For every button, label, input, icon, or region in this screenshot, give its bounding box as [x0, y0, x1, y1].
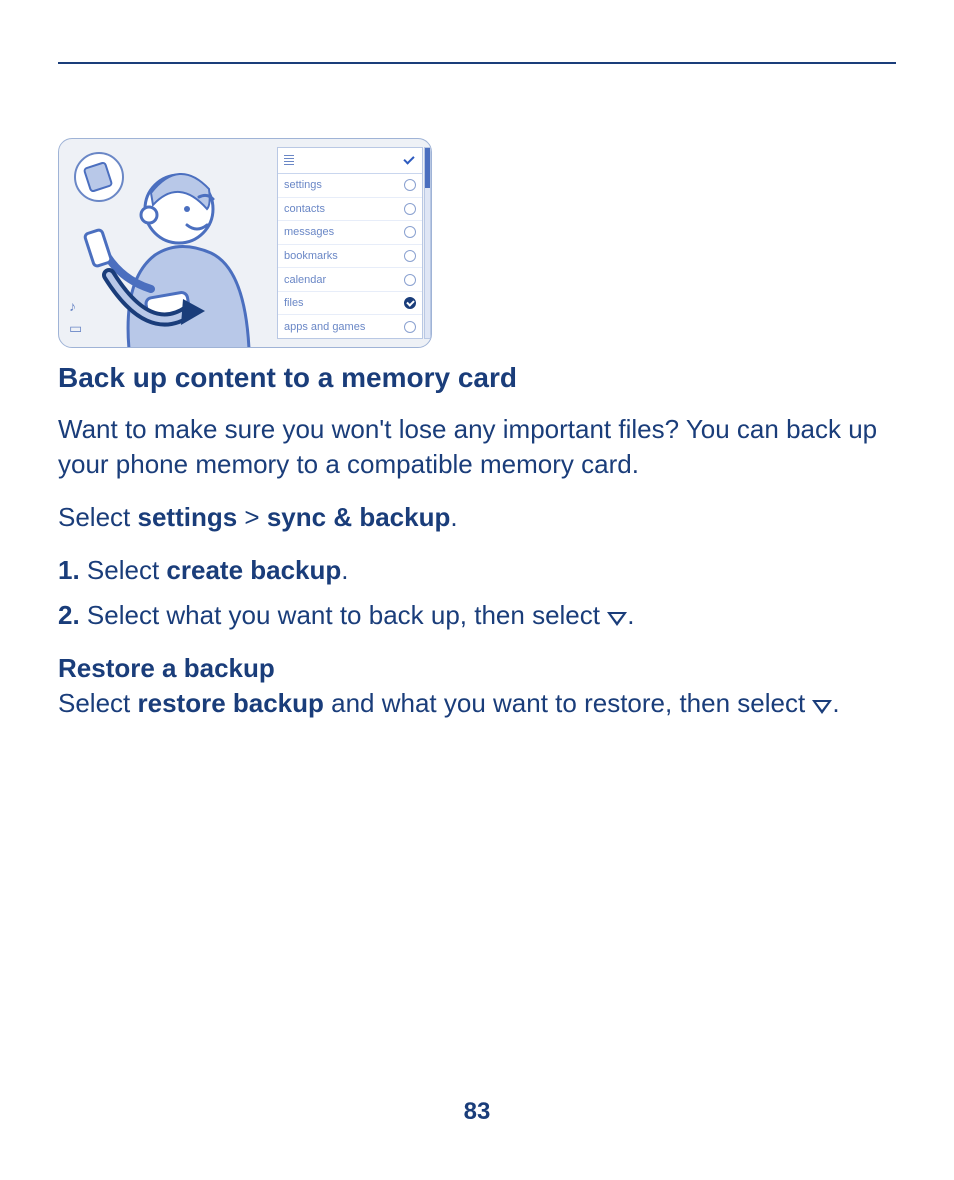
unchecked-icon: [404, 274, 416, 286]
step-text-pre: Select what you want to back up, then se…: [80, 600, 608, 630]
backup-illustration: ♪ ▭ settings contacts messages bookmarks: [58, 138, 432, 348]
chevron-down-icon: [812, 700, 832, 714]
scrollbar: [424, 147, 431, 339]
restore-paragraph: Select restore backup and what you want …: [58, 686, 896, 721]
step-2: 2. Select what you want to back up, then…: [58, 600, 896, 631]
panel-row-label: settings: [284, 179, 322, 191]
step-number: 2.: [58, 600, 80, 630]
header-rule: [58, 62, 896, 64]
restore-post: .: [832, 688, 839, 718]
backup-list-panel: settings contacts messages bookmarks cal…: [277, 147, 423, 339]
navigation-line: Select settings > sync & backup.: [58, 502, 896, 533]
panel-row-calendar: calendar: [278, 268, 422, 292]
unchecked-icon: [404, 321, 416, 333]
checked-icon: [404, 297, 416, 309]
step-bold: create backup: [166, 555, 341, 585]
panel-header: [278, 148, 422, 174]
step-1: 1. Select create backup.: [58, 555, 896, 586]
chevron-down-icon: [607, 612, 627, 626]
manual-page: ♪ ▭ settings contacts messages bookmarks: [0, 0, 954, 1180]
steps-list: 1. Select create backup. 2. Select what …: [58, 555, 896, 631]
nav-item-sync-backup: sync & backup: [267, 502, 451, 532]
step-text-pre: Select: [80, 555, 167, 585]
restore-mid: and what you want to restore, then selec…: [324, 688, 813, 718]
panel-row-files: files: [278, 292, 422, 316]
panel-row-contacts: contacts: [278, 198, 422, 222]
sub-heading-restore: Restore a backup: [58, 653, 896, 684]
mini-icons: ♪ ▭: [69, 298, 82, 337]
nav-sep: >: [237, 502, 267, 532]
step-text-post: .: [341, 555, 348, 585]
restore-bold: restore backup: [138, 688, 324, 718]
unchecked-icon: [404, 250, 416, 262]
panel-row-label: files: [284, 297, 304, 309]
check-icon: [402, 156, 416, 166]
page-number: 83: [0, 1098, 954, 1126]
unchecked-icon: [404, 203, 416, 215]
intro-paragraph: Want to make sure you won't lose any imp…: [58, 412, 896, 482]
unchecked-icon: [404, 226, 416, 238]
unchecked-icon: [404, 179, 416, 191]
step-number: 1.: [58, 555, 80, 585]
panel-row-apps: apps and games: [278, 315, 422, 338]
nav-item-settings: settings: [138, 502, 238, 532]
panel-row-label: bookmarks: [284, 250, 338, 262]
nav-suffix: .: [450, 502, 457, 532]
panel-row-bookmarks: bookmarks: [278, 245, 422, 269]
person-drawing: [59, 139, 289, 348]
photo-icon: ▭: [69, 320, 82, 337]
panel-row-messages: messages: [278, 221, 422, 245]
panel-row-label: messages: [284, 226, 334, 238]
nav-prefix: Select: [58, 502, 138, 532]
panel-row-label: apps and games: [284, 321, 365, 333]
panel-row-settings: settings: [278, 174, 422, 198]
list-icon: [284, 155, 294, 167]
panel-row-label: calendar: [284, 274, 326, 286]
restore-pre: Select: [58, 688, 138, 718]
panel-row-label: contacts: [284, 203, 325, 215]
step-text-post: .: [627, 600, 634, 630]
music-note-icon: ♪: [69, 298, 82, 314]
section-title: Back up content to a memory card: [58, 362, 896, 394]
